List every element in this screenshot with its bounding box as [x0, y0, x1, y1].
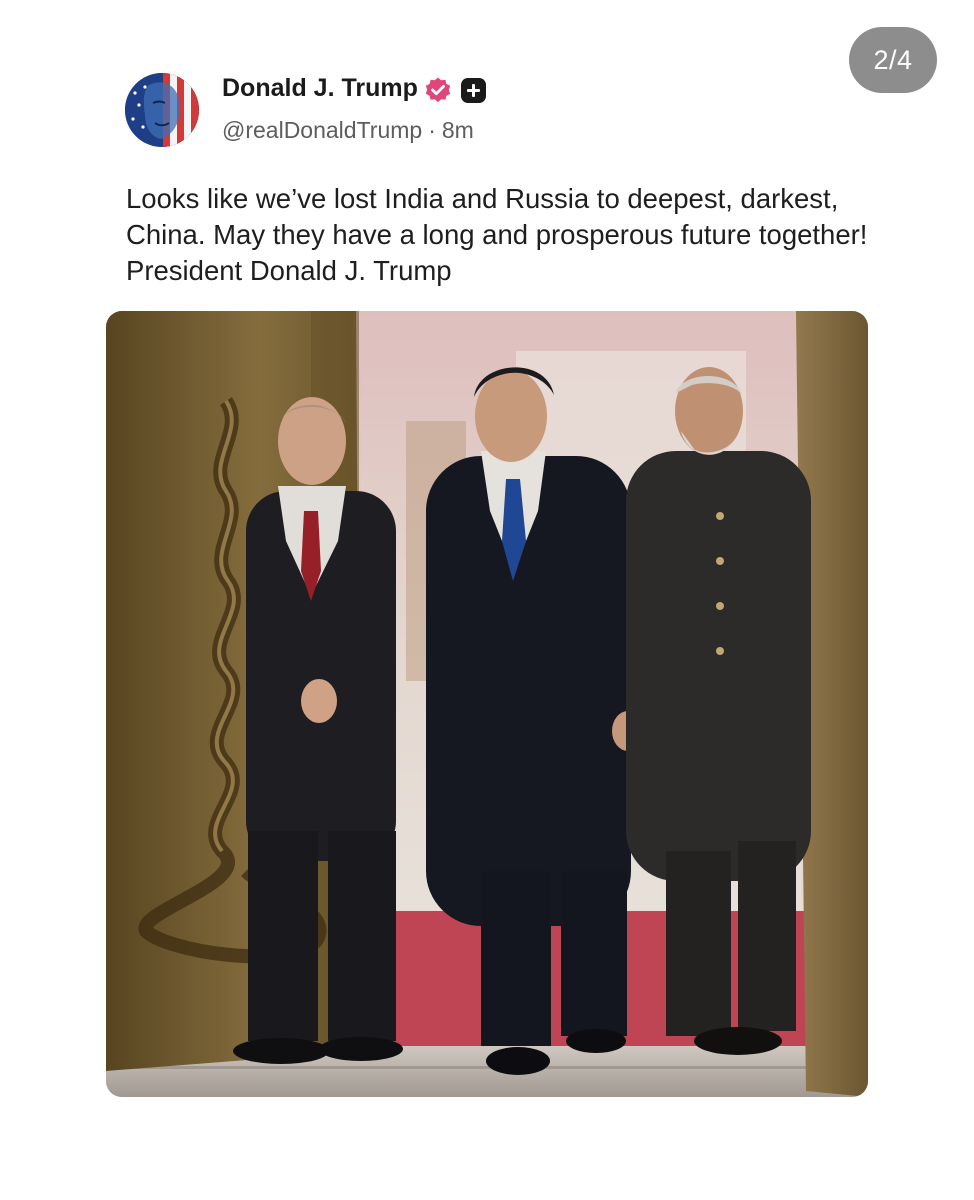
post-body-text: Looks like we’ve lost India and Russia t… — [126, 183, 868, 286]
photo-leaders-walking — [106, 311, 868, 1097]
author-display-name[interactable]: Donald J. Trump — [222, 74, 418, 103]
plus-badge-icon — [461, 78, 486, 103]
author-handle[interactable]: @realDonaldTrump — [222, 117, 422, 143]
flag-face-avatar-icon — [125, 73, 199, 147]
author-meta: @realDonaldTrump · 8m — [222, 117, 474, 144]
post-viewer: 2/4 Donald J. Trump @realDonaldTrump · 8m … — [0, 0, 974, 1200]
post-photo[interactable] — [106, 311, 868, 1097]
author-avatar[interactable] — [125, 73, 199, 147]
meta-separator: · — [428, 117, 436, 143]
post-timestamp[interactable]: 8m — [442, 117, 474, 143]
verified-badge-icon — [425, 77, 451, 103]
image-counter-text: 2/4 — [873, 44, 913, 75]
image-counter: 2/4 — [849, 27, 937, 93]
